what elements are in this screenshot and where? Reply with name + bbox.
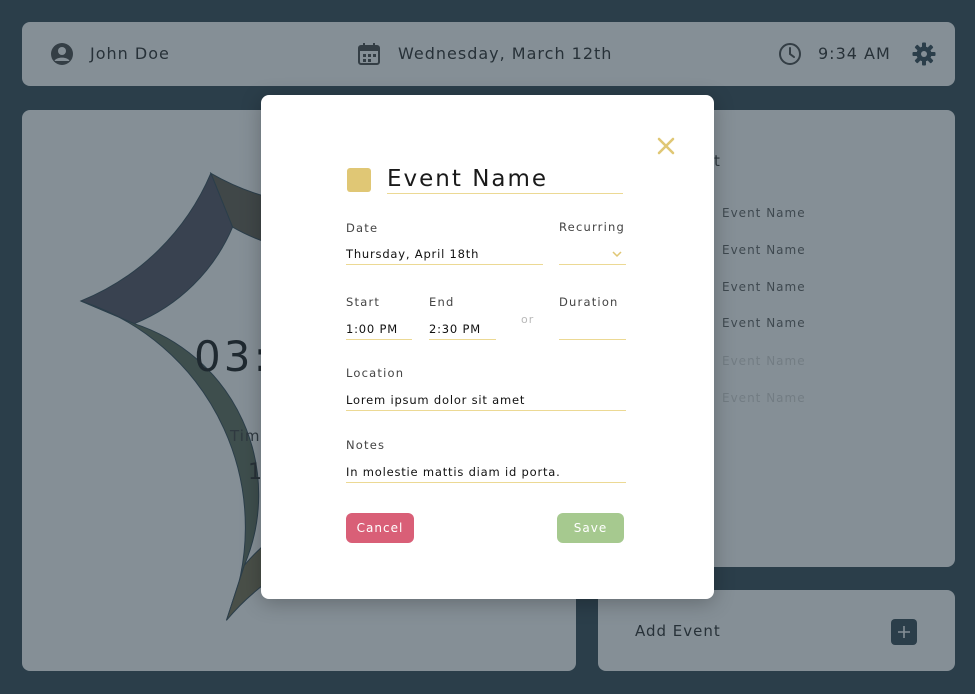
add-event-label: Add Event: [635, 622, 721, 640]
user-name: John Doe: [90, 44, 170, 63]
end-time-field[interactable]: 2:30 PM: [429, 319, 496, 340]
timer-display: 03:: [194, 332, 271, 381]
recurring-label: Recurring: [559, 220, 625, 234]
date-label: Date: [346, 221, 379, 235]
ring-segment-2: [79, 172, 234, 325]
close-icon[interactable]: [655, 135, 677, 157]
save-button[interactable]: Save: [557, 513, 624, 543]
timer-value: 1: [248, 460, 262, 485]
cancel-button[interactable]: Cancel: [346, 513, 414, 543]
location-field[interactable]: Lorem ipsum dolor sit amet: [346, 390, 626, 411]
list-item[interactable]: Event Name: [722, 391, 806, 405]
clock-icon: [779, 43, 801, 65]
timer-label: Tim: [230, 427, 261, 445]
end-label: End: [429, 295, 455, 309]
list-item[interactable]: Event Name: [722, 354, 806, 368]
top-bar: John Doe Wednesday, March 12th 9:34 AM: [22, 22, 955, 86]
start-time-field[interactable]: 1:00 PM: [346, 319, 412, 340]
recurring-select[interactable]: [559, 244, 626, 265]
calendar-icon: [358, 43, 380, 65]
current-date: Wednesday, March 12th: [398, 44, 613, 63]
list-item[interactable]: Event Name: [722, 316, 806, 330]
start-label: Start: [346, 295, 381, 309]
user-icon: [51, 43, 73, 65]
event-name-input[interactable]: Event Name: [387, 165, 623, 194]
list-item[interactable]: Event Name: [722, 280, 806, 294]
add-event-button[interactable]: [891, 619, 917, 645]
list-item[interactable]: Event Name: [722, 206, 806, 220]
event-dialog: Event Name Date Thursday, April 18th Rec…: [261, 95, 714, 599]
duration-label: Duration: [559, 295, 619, 309]
plus-icon: [898, 626, 910, 638]
list-item[interactable]: Event Name: [722, 243, 806, 257]
notes-label: Notes: [346, 438, 386, 452]
gear-icon[interactable]: [912, 42, 936, 66]
notes-field[interactable]: In molestie mattis diam id porta.: [346, 462, 626, 483]
location-label: Location: [346, 366, 405, 380]
duration-field[interactable]: [559, 319, 626, 340]
add-event-panel: Add Event: [598, 590, 955, 671]
or-separator: or: [521, 313, 535, 326]
current-time: 9:34 AM: [818, 44, 891, 63]
chevron-down-icon: [612, 251, 622, 258]
date-field[interactable]: Thursday, April 18th: [346, 244, 543, 265]
event-color-swatch[interactable]: [347, 168, 371, 192]
